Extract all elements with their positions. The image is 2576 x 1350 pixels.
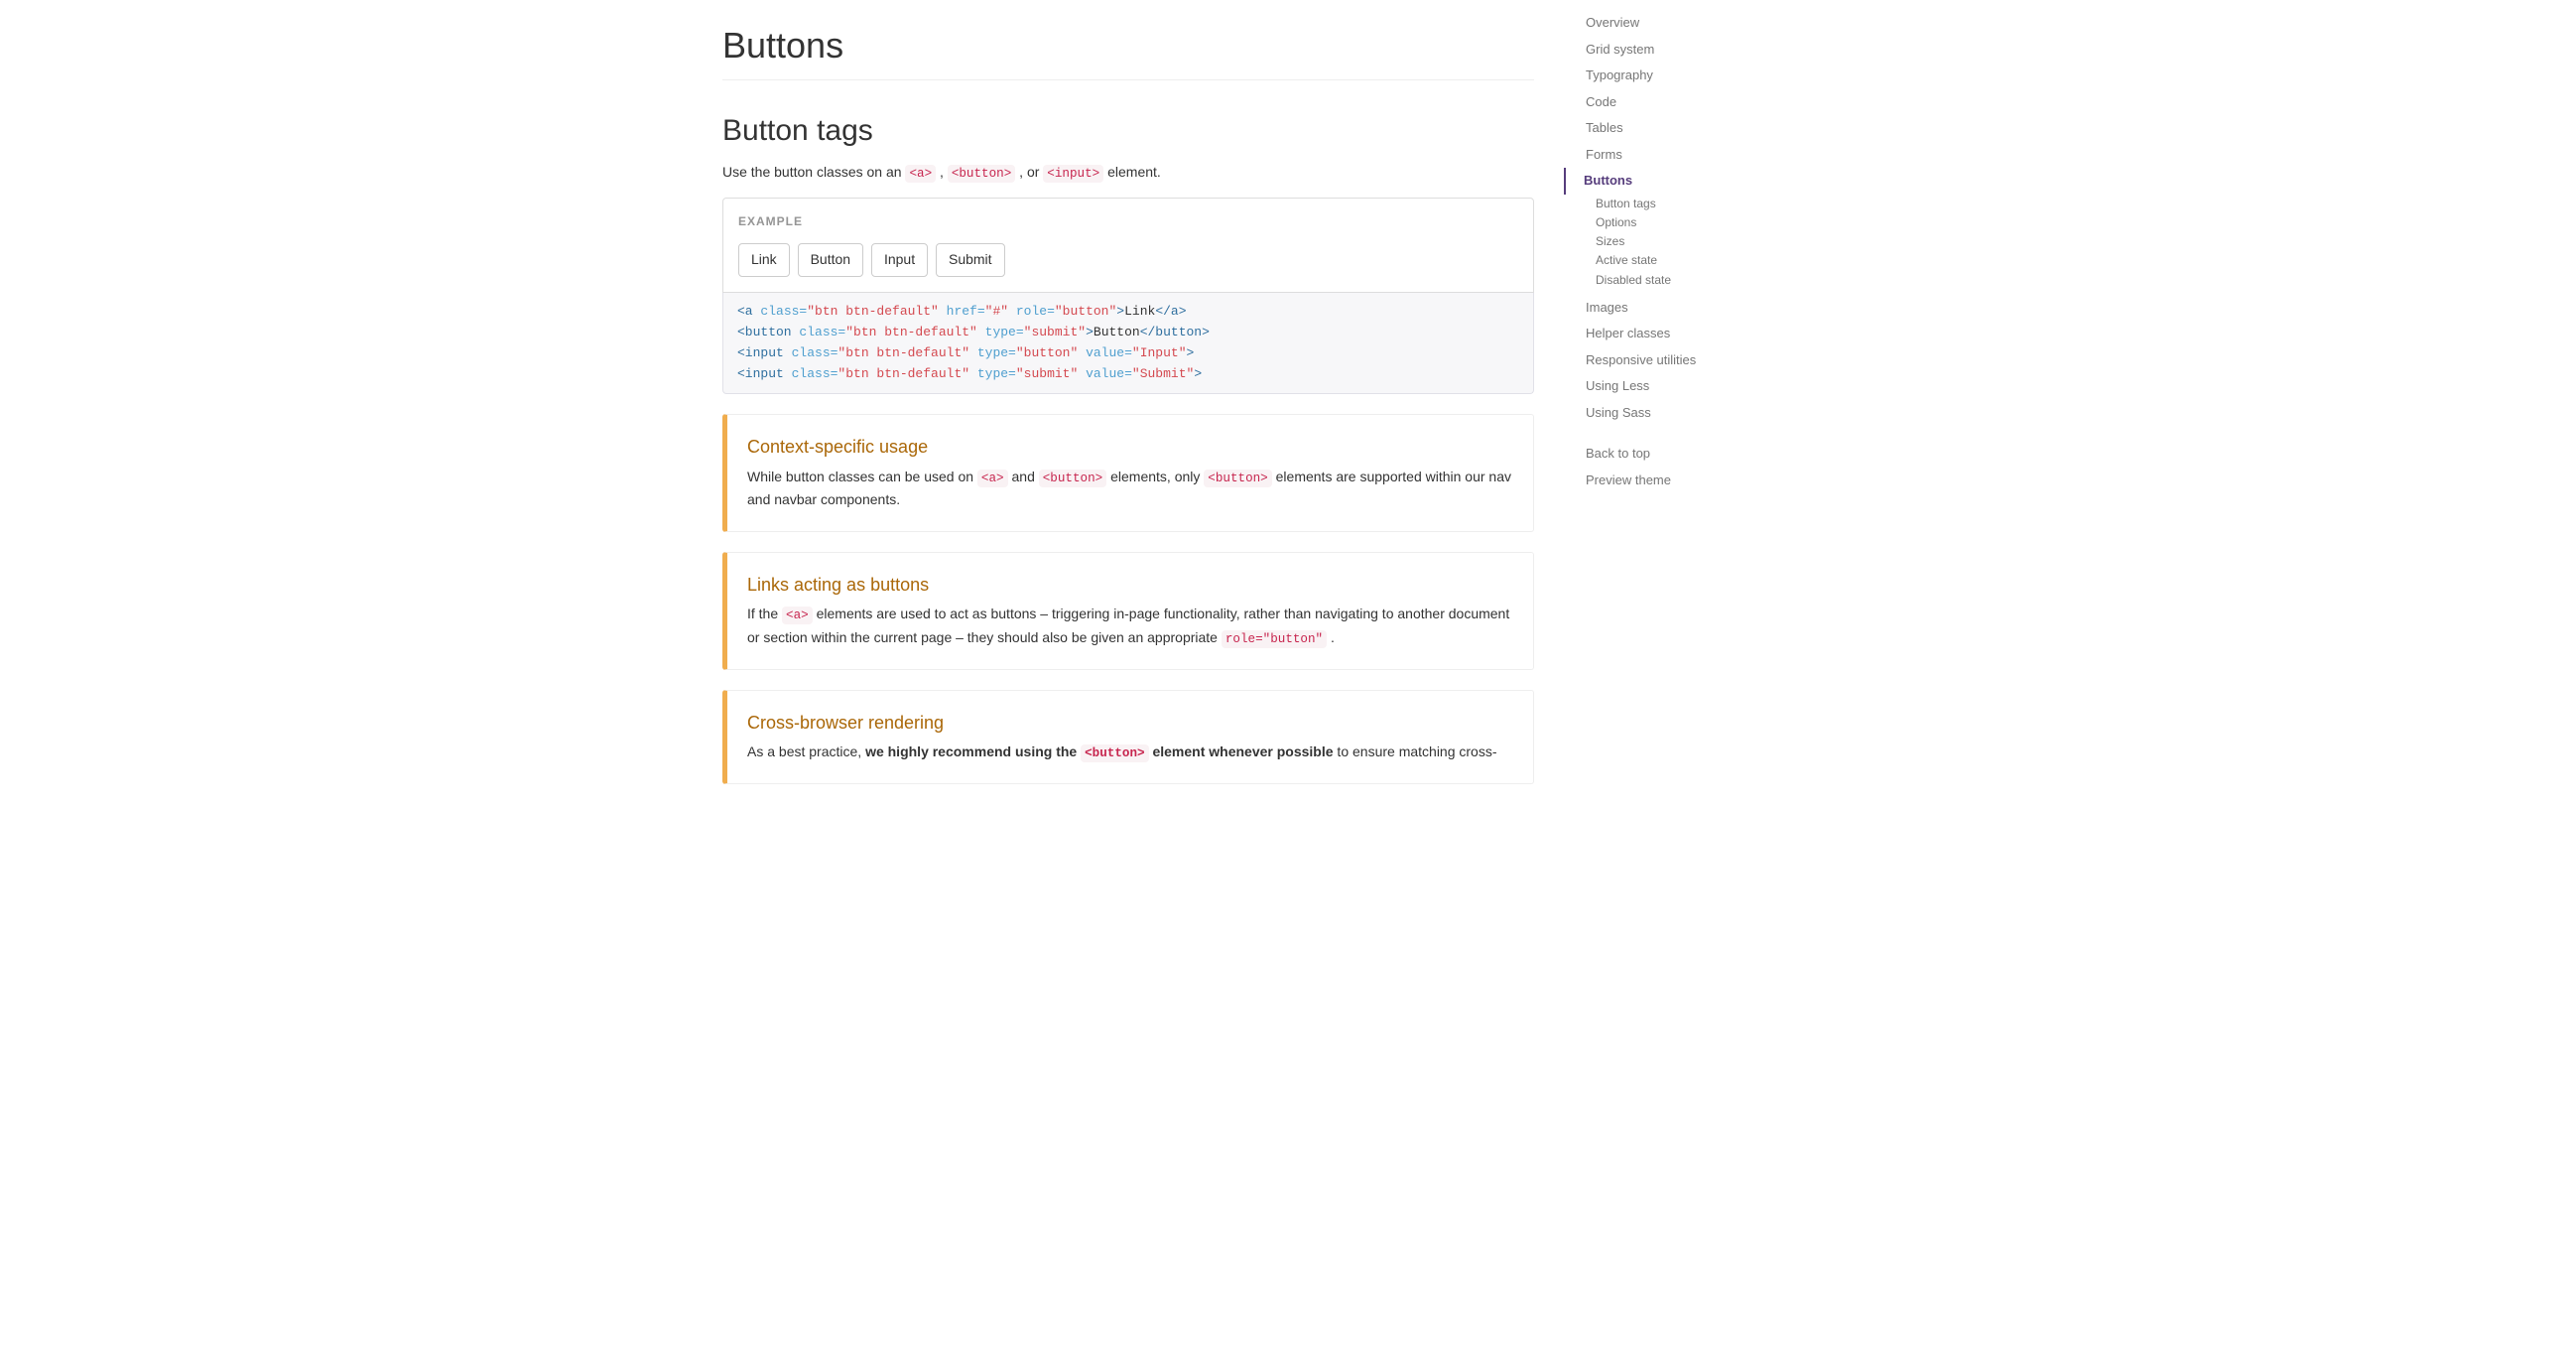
callout-body: While button classes can be used on <a> … — [747, 466, 1513, 511]
sidenav-sizes[interactable]: Sizes — [1564, 232, 1822, 251]
sidenav-disabled-state[interactable]: Disabled state — [1564, 271, 1822, 290]
sidenav-preview-theme[interactable]: Preview theme — [1564, 468, 1822, 494]
code-token: </button> — [1140, 325, 1210, 339]
example-button[interactable]: Button — [798, 243, 863, 277]
code-button-tag: <button> — [1081, 744, 1148, 762]
example-input-button[interactable]: Input — [871, 243, 928, 277]
sidenav-forms[interactable]: Forms — [1564, 142, 1822, 169]
sidenav-active-state[interactable]: Active state — [1564, 251, 1822, 270]
code-token: class= — [753, 304, 808, 319]
callout-title: Cross-browser rendering — [747, 711, 1513, 737]
sidenav-options[interactable]: Options — [1564, 213, 1822, 232]
code-token: href= — [939, 304, 985, 319]
callout-text: If the — [747, 606, 782, 621]
callout-text: elements, only — [1106, 469, 1204, 484]
side-nav: Overview Grid system Typography Code Tab… — [1564, 10, 1822, 494]
sidenav-grid-system[interactable]: Grid system — [1564, 37, 1822, 64]
code-token: > — [1187, 345, 1195, 360]
callout-context-specific: Context-specific usage While button clas… — [722, 414, 1534, 531]
code-pre: <a class="btn btn-default" href="#" role… — [737, 302, 1519, 384]
callout-bold: element whenever possible — [1149, 743, 1334, 759]
code-token: type= — [977, 325, 1024, 339]
code-a-tag: <a> — [905, 165, 936, 183]
code-token: Button — [1094, 325, 1140, 339]
sidenav-back-to-top[interactable]: Back to top — [1564, 441, 1822, 468]
code-token: value= — [1078, 366, 1132, 381]
sidenav-images[interactable]: Images — [1564, 295, 1822, 322]
sidenav-responsive-utilities[interactable]: Responsive utilities — [1564, 347, 1822, 374]
sidenav-tables[interactable]: Tables — [1564, 115, 1822, 142]
code-token: <input — [737, 345, 784, 360]
sidenav-helper-classes[interactable]: Helper classes — [1564, 321, 1822, 347]
code-block: <a class="btn btn-default" href="#" role… — [722, 293, 1534, 394]
code-token: <a — [737, 304, 753, 319]
example-label: Example — [738, 213, 803, 230]
code-input-tag: <input> — [1043, 165, 1103, 183]
code-token: <button — [737, 325, 792, 339]
code-role-button: role="button" — [1222, 630, 1327, 648]
code-token: "btn btn-default" — [845, 325, 977, 339]
code-token: "btn btn-default" — [807, 304, 939, 319]
sidenav-button-tags[interactable]: Button tags — [1564, 195, 1822, 213]
intro-sep: , — [936, 164, 948, 180]
code-token: <input — [737, 366, 784, 381]
callout-links-as-buttons: Links acting as buttons If the <a> eleme… — [722, 552, 1534, 670]
code-token: </a> — [1155, 304, 1186, 319]
code-token: value= — [1078, 345, 1132, 360]
code-token: type= — [969, 366, 1016, 381]
callout-body: If the <a> elements are used to act as b… — [747, 603, 1513, 648]
code-token: class= — [784, 366, 838, 381]
code-token: > — [1194, 366, 1202, 381]
callout-text: While button classes can be used on — [747, 469, 977, 484]
sidenav-typography[interactable]: Typography — [1564, 63, 1822, 89]
code-token: "#" — [985, 304, 1008, 319]
code-token: class= — [792, 325, 846, 339]
code-a-tag: <a> — [977, 470, 1008, 487]
code-token: > — [1086, 325, 1094, 339]
callout-title: Context-specific usage — [747, 435, 1513, 461]
code-token: > — [1116, 304, 1124, 319]
code-token: "btn btn-default" — [837, 345, 969, 360]
callout-text: to ensure matching cross- — [1334, 743, 1497, 759]
callout-cross-browser: Cross-browser rendering As a best practi… — [722, 690, 1534, 785]
callout-body: As a best practice, we highly recommend … — [747, 741, 1513, 763]
callout-bold: we highly recommend using the — [865, 743, 1081, 759]
code-button-tag: <button> — [1039, 470, 1106, 487]
code-token: "button" — [1016, 345, 1078, 360]
callout-text: and — [1008, 469, 1039, 484]
callout-text: As a best practice, — [747, 743, 865, 759]
code-button-tag: <button> — [1204, 470, 1271, 487]
code-token: "btn btn-default" — [837, 366, 969, 381]
callout-text: . — [1327, 629, 1335, 645]
example-submit-button[interactable]: Submit — [936, 243, 1005, 277]
code-button-tag: <button> — [948, 165, 1015, 183]
code-a-tag: <a> — [782, 607, 813, 624]
sidenav-buttons-sub: Button tags Options Sizes Active state D… — [1564, 195, 1822, 295]
section-title-button-tags: Button tags — [722, 110, 1534, 153]
example-box: Example Link Button Input Submit — [722, 198, 1534, 293]
intro-text: Use the button classes on an — [722, 164, 905, 180]
code-token: class= — [784, 345, 838, 360]
code-token: "Submit" — [1132, 366, 1194, 381]
sidenav-code[interactable]: Code — [1564, 89, 1822, 116]
code-token: Link — [1124, 304, 1155, 319]
sidenav-buttons[interactable]: Buttons — [1564, 168, 1822, 195]
sidenav-using-less[interactable]: Using Less — [1564, 373, 1822, 400]
callout-title: Links acting as buttons — [747, 573, 1513, 599]
callout-text: elements are used to act as buttons – tr… — [747, 606, 1509, 644]
code-token: "button" — [1055, 304, 1116, 319]
code-token: role= — [1008, 304, 1055, 319]
intro-paragraph: Use the button classes on an <a> , <butt… — [722, 163, 1534, 184]
code-token: "Input" — [1132, 345, 1187, 360]
sidenav-overview[interactable]: Overview — [1564, 10, 1822, 37]
page-title: Buttons — [722, 20, 1534, 80]
intro-sep: , or — [1015, 164, 1043, 180]
code-token: "submit" — [1016, 366, 1078, 381]
code-token: type= — [969, 345, 1016, 360]
example-link-button[interactable]: Link — [738, 243, 790, 277]
intro-text: element. — [1103, 164, 1161, 180]
sidenav-using-sass[interactable]: Using Sass — [1564, 400, 1822, 427]
code-token: "submit" — [1024, 325, 1086, 339]
